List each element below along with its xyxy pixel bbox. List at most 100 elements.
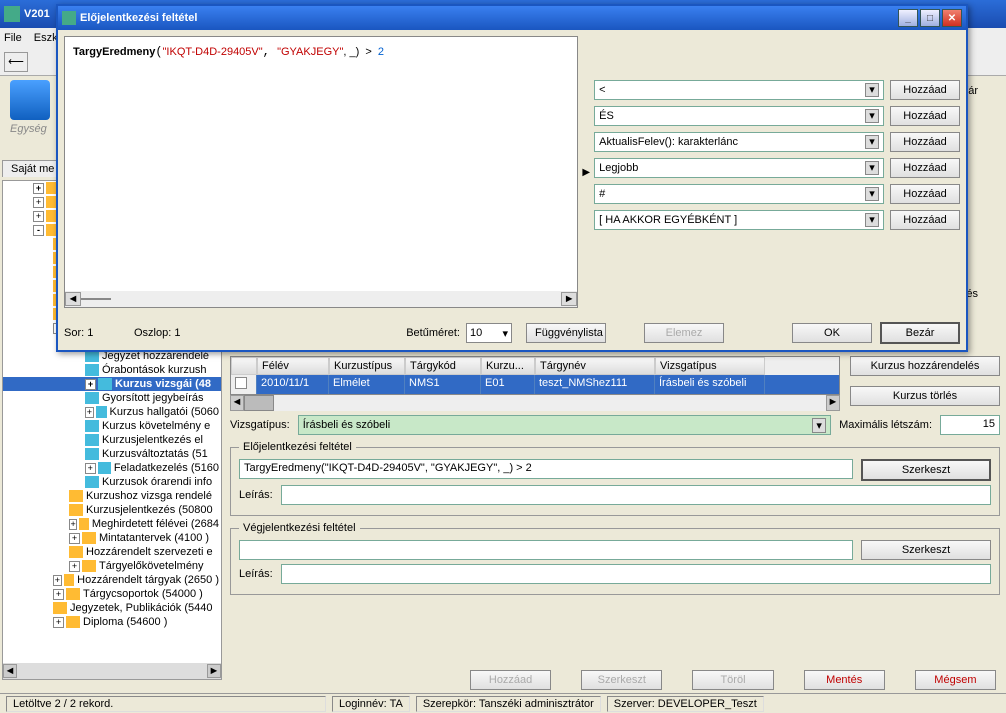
elojel-szerkeszt-button[interactable]: Szerkeszt	[861, 459, 991, 481]
vegje-expression[interactable]	[239, 540, 853, 560]
tree-item[interactable]: +Kurzus hallgatói (5060	[3, 405, 221, 419]
expander-icon[interactable]: +	[69, 533, 80, 544]
expander-icon[interactable]: +	[69, 561, 80, 572]
builder-combo[interactable]: #▾	[594, 184, 884, 204]
vegje-leiras-input[interactable]	[281, 564, 991, 584]
vizsgatipus-select[interactable]: Írásbeli és szóbeli ▾	[298, 415, 831, 435]
kurzus-hozzarendeles-button[interactable]: Kurzus hozzárendelés	[850, 356, 1000, 376]
builder-combo[interactable]: [ HA AKKOR EGYÉBKÉNT ]▾	[594, 210, 884, 230]
expander-icon[interactable]: +	[85, 407, 94, 418]
expander-icon[interactable]: +	[53, 575, 62, 586]
elojel-expression[interactable]: TargyEredmeny("IKQT-D4D-29405V", "GYAKJE…	[239, 459, 853, 479]
ok-button[interactable]: OK	[792, 323, 872, 343]
tree-scrollbar[interactable]: ◄ ►	[3, 663, 221, 679]
vegje-szerkeszt-button[interactable]: Szerkeszt	[861, 540, 991, 560]
builder-add-button[interactable]: Hozzáad	[890, 80, 960, 100]
tree-item[interactable]: Kurzusok órarendi info	[3, 475, 221, 489]
column-header[interactable]: Félév	[257, 357, 329, 375]
tree-item[interactable]: +Diploma (54600 )	[3, 615, 221, 629]
expander-icon[interactable]: +	[53, 589, 64, 600]
vegjelentkezesi-fieldset: Végjelentkezési feltétel Szerkeszt Leírá…	[230, 522, 1000, 595]
expander-icon[interactable]: +	[33, 197, 44, 208]
builder-pane: <▾ Hozzáad ÉS▾ Hozzáad AktualisFelev(): kara…	[594, 36, 960, 308]
minimize-button[interactable]: _	[898, 9, 918, 27]
row-checkbox[interactable]	[235, 377, 247, 389]
builder-combo[interactable]: Legjobb▾	[594, 158, 884, 178]
vizsgatipus-value: Írásbeli és szóbeli	[303, 419, 390, 431]
builder-add-button[interactable]: Hozzáad	[890, 158, 960, 178]
expander-icon[interactable]: +	[53, 617, 64, 628]
megsem-button[interactable]: Mégsem	[915, 670, 996, 690]
builder-combo[interactable]: ÉS▾	[594, 106, 884, 126]
betumeret-select[interactable]: 10 ▾	[466, 323, 512, 343]
expander-icon[interactable]: +	[69, 519, 77, 530]
table-row[interactable]: 2010/11/1ElméletNMS1E01teszt_NMShez111Ír…	[231, 375, 839, 394]
column-header[interactable]: Kurzu...	[481, 357, 535, 375]
outer-title: V201	[24, 8, 50, 20]
column-header[interactable]: Tárgynév	[535, 357, 655, 375]
column-header[interactable]: Tárgykód	[405, 357, 481, 375]
torol-button[interactable]: Töröl	[692, 670, 773, 690]
expander-icon[interactable]: -	[33, 225, 44, 236]
scroll-left-icon[interactable]: ◄	[65, 292, 81, 306]
tree-item[interactable]: Kurzusjelentkezés (50800	[3, 503, 221, 517]
elemez-button[interactable]: Elemez	[644, 323, 724, 343]
tree-item[interactable]: +Tárgyelőkövetelmény	[3, 559, 221, 573]
tree-item[interactable]: Kurzusjelentkezés el	[3, 433, 221, 447]
scroll-right-icon[interactable]: ►	[561, 292, 577, 306]
tree-item[interactable]: Órabontások kurzush	[3, 363, 221, 377]
tree-item[interactable]: +Hozzárendelt tárgyak (2650 )	[3, 573, 221, 587]
column-header[interactable]: Kurzustípus	[329, 357, 405, 375]
expander-icon[interactable]: +	[85, 463, 96, 474]
tree-item[interactable]: +Feladatkezelés (5160	[3, 461, 221, 475]
cell: 2010/11/1	[257, 375, 329, 394]
builder-add-button[interactable]: Hozzáad	[890, 184, 960, 204]
tree-item[interactable]: +Tárgycsoportok (54000 )	[3, 587, 221, 601]
expression-editor[interactable]: TargyEredmeny("IKQT-D4D-29405V", "GYAKJE…	[64, 36, 578, 308]
vegje-leiras-label: Leírás:	[239, 568, 273, 580]
tree-item[interactable]: +Mintatantervek (4100 )	[3, 531, 221, 545]
cell[interactable]	[231, 375, 257, 394]
builder-add-button[interactable]: Hozzáad	[890, 210, 960, 230]
expander-icon[interactable]: +	[33, 183, 44, 194]
hozzaad-button[interactable]: Hozzáad	[470, 670, 551, 690]
builder-add-button[interactable]: Hozzáad	[890, 132, 960, 152]
modal-titlebar[interactable]: Előjelentkezési feltétel _ □ ✕	[58, 6, 966, 30]
elojel-leiras-input[interactable]	[281, 485, 991, 505]
elojel-leiras-label: Leírás:	[239, 489, 273, 501]
column-header[interactable]: Vizsgatípus	[655, 357, 765, 375]
tree-item[interactable]: +Meghirdetett félévei (2684	[3, 517, 221, 531]
grid-scrollbar[interactable]: ◄ ►	[230, 395, 840, 411]
mentes-button[interactable]: Mentés	[804, 670, 885, 690]
combo-value: ÉS	[599, 110, 614, 122]
tree-item[interactable]: Kurzus követelmény e	[3, 419, 221, 433]
menu-file[interactable]: File	[4, 32, 22, 44]
tab-sajat[interactable]: Saját me	[2, 160, 63, 177]
szerkeszt-button[interactable]: Szerkeszt	[581, 670, 662, 690]
maxletszam-input[interactable]: 15	[940, 415, 1000, 435]
close-button[interactable]: ✕	[942, 9, 962, 27]
course-grid[interactable]: FélévKurzustípusTárgykódKurzu...Tárgynév…	[230, 356, 840, 395]
fuggvenylista-button[interactable]: Függvénylista	[526, 323, 606, 343]
kurzus-torles-button[interactable]: Kurzus törlés	[850, 386, 1000, 406]
expander-icon[interactable]: +	[85, 379, 96, 390]
builder-add-button[interactable]: Hozzáad	[890, 106, 960, 126]
oszlop-label: Oszlop: 1	[134, 327, 224, 339]
editor-text[interactable]: TargyEredmeny("IKQT-D4D-29405V", "GYAKJE…	[65, 37, 577, 67]
tree-item[interactable]: Jegyzetek, Publikációk (5440	[3, 601, 221, 615]
menu-eszk[interactable]: Eszk	[34, 32, 58, 44]
tree-item[interactable]: +Kurzus vizsgái (48	[3, 377, 221, 391]
tree-item[interactable]: Kurzusváltoztatás (51	[3, 447, 221, 461]
maximize-button[interactable]: □	[920, 9, 940, 27]
splitter[interactable]: ▶	[582, 36, 590, 308]
expander-icon[interactable]: +	[33, 211, 44, 222]
tree-item[interactable]: Gyorsított jegybeírás	[3, 391, 221, 405]
back-button[interactable]: ⟵	[4, 52, 28, 72]
tree-item[interactable]: Kurzushoz vizsga rendelé	[3, 489, 221, 503]
column-header[interactable]	[231, 357, 257, 375]
builder-combo[interactable]: <▾	[594, 80, 884, 100]
editor-scrollbar[interactable]: ◄ ►	[65, 291, 577, 307]
tree-item[interactable]: Hozzárendelt szervezeti e	[3, 545, 221, 559]
bezar-button[interactable]: Bezár	[880, 322, 960, 344]
builder-combo[interactable]: AktualisFelev(): karakterlánc▾	[594, 132, 884, 152]
